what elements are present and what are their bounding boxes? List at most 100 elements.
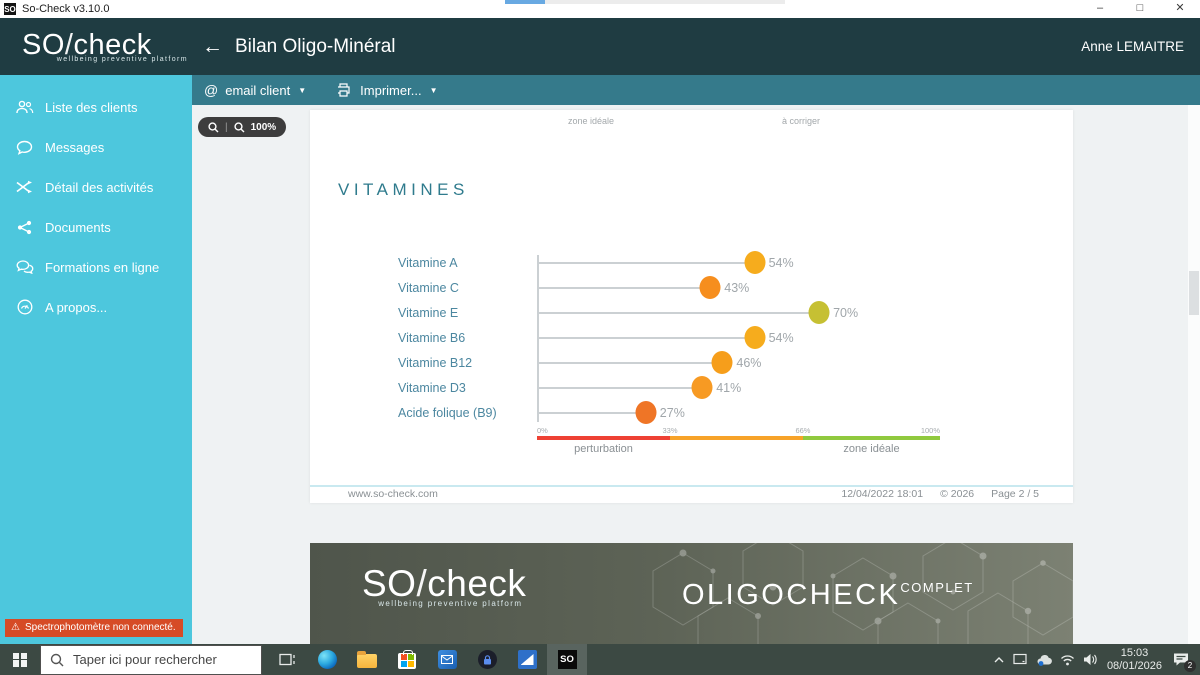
- tray-chevron-up-icon[interactable]: [993, 655, 1005, 665]
- sidebar-item-label: Documents: [45, 220, 111, 235]
- chart-value-label: 54%: [769, 256, 794, 270]
- sidebar-item-formations-en-ligne[interactable]: Formations en ligne: [0, 247, 192, 287]
- action-center-button[interactable]: 2: [1172, 651, 1192, 669]
- print-label: Imprimer...: [360, 83, 421, 98]
- zoom-out-icon[interactable]: [208, 122, 219, 133]
- top-progress-bar: [505, 0, 785, 4]
- socheck-logo-banner: SO/check wellbeing preventive platform: [362, 565, 526, 608]
- close-button[interactable]: ✕: [1160, 0, 1200, 18]
- chart-category-label: Acide folique (B9): [398, 406, 537, 420]
- chart-category-label: Vitamine B12: [398, 356, 537, 370]
- gauge-icon: [15, 299, 34, 315]
- shuffle-icon: [15, 180, 34, 194]
- footer-website: www.so-check.com: [348, 488, 438, 500]
- chart-value-label: 70%: [833, 306, 858, 320]
- zone-label: perturbation: [574, 443, 633, 455]
- mail-button[interactable]: [427, 644, 467, 675]
- zoom-level: 100%: [251, 122, 277, 133]
- chart-row: Vitamine B654%: [398, 325, 943, 350]
- chart-value-label: 43%: [724, 281, 749, 295]
- mail-icon: [438, 650, 457, 669]
- so-check-icon: SO: [558, 650, 577, 669]
- chart-row: Vitamine E 70%: [398, 300, 943, 325]
- chart-data-point: [692, 376, 713, 399]
- window-title: So-Check v3.10.0: [22, 3, 109, 15]
- footer-page-number: Page 2 / 5: [991, 488, 1039, 500]
- sidebar-item-liste-des-clients[interactable]: Liste des clients: [0, 87, 192, 127]
- chart-stem-area: 54%: [537, 325, 940, 350]
- chats-icon: [15, 260, 34, 274]
- taskbar-search[interactable]: Taper ici pour rechercher: [40, 645, 262, 675]
- chart-axis: 0%33%66%100% perturbationzone idéale: [537, 426, 940, 455]
- search-icon: [50, 653, 64, 667]
- sidebar-item-documents[interactable]: Documents: [0, 207, 192, 247]
- scrollbar-thumb[interactable]: [1189, 271, 1199, 315]
- current-user[interactable]: Anne LEMAITRE: [1081, 39, 1184, 54]
- chart-row: Vitamine B1246%: [398, 350, 943, 375]
- chart-stem: [537, 312, 819, 314]
- maximize-button[interactable]: □: [1120, 0, 1160, 18]
- sidebar-item-messages[interactable]: Messages: [0, 127, 192, 167]
- search-placeholder: Taper ici pour rechercher: [73, 652, 217, 667]
- start-button[interactable]: [0, 644, 40, 675]
- section-title: VITAMINES: [338, 180, 469, 200]
- previous-chart-legend-corriger: à corriger: [782, 116, 820, 126]
- chart-data-point: [635, 401, 656, 424]
- footer-copyright: © 2026: [940, 488, 974, 500]
- chart-category-label: Vitamine E: [398, 306, 537, 320]
- sidebar-item-detail-des-activites[interactable]: Détail des activités: [0, 167, 192, 207]
- minimize-button[interactable]: –: [1080, 0, 1120, 18]
- device-icon[interactable]: [1013, 653, 1028, 666]
- chart-category-label: Vitamine A: [398, 256, 537, 270]
- onedrive-cloud-icon[interactable]: [1036, 654, 1052, 666]
- email-client-button[interactable]: @ email client ▼: [204, 82, 306, 98]
- ms-store-button[interactable]: [387, 644, 427, 675]
- speaker-icon[interactable]: [1083, 653, 1097, 666]
- clock-date: 08/01/2026: [1107, 660, 1162, 673]
- document-viewport: | 100% zone idéale à corriger VITAMINES …: [192, 105, 1200, 644]
- share-icon: [15, 220, 34, 235]
- task-view-button[interactable]: [267, 644, 307, 675]
- axis-tick-label: 100%: [921, 426, 940, 435]
- top-progress-fill: [505, 0, 545, 4]
- chart-data-point: [809, 301, 830, 324]
- vertical-scrollbar[interactable]: [1188, 105, 1200, 644]
- wifi-icon[interactable]: [1060, 654, 1075, 666]
- chart-stem-area: 70%: [537, 300, 940, 325]
- scan-app-button[interactable]: [507, 644, 547, 675]
- vitamins-chart: Vitamine A54%Vitamine C43%Vitamine E70%V…: [398, 250, 943, 425]
- folder-icon: [357, 654, 377, 668]
- warning-icon: ⚠: [11, 622, 20, 633]
- sidebar-item-a-propos[interactable]: A propos...: [0, 287, 192, 327]
- sidebar-item-label: A propos...: [45, 300, 107, 315]
- file-explorer-button[interactable]: [347, 644, 387, 675]
- sidebar-nav: Liste des clients Messages Détail des ac…: [0, 75, 192, 644]
- zone-label: zone idéale: [843, 443, 899, 455]
- chart-stem: [537, 262, 755, 264]
- edge-browser-button[interactable]: [307, 644, 347, 675]
- oligocheck-title: OLIGOCHECKCOMPLET: [682, 579, 974, 612]
- chart-row: Vitamine D341%: [398, 375, 943, 400]
- edge-icon: [318, 650, 337, 669]
- logo-slash: /: [416, 563, 427, 604]
- logo-so: SO: [362, 563, 416, 604]
- logo-tagline: wellbeing preventive platform: [362, 599, 526, 608]
- app-header: SO/check wellbeing preventive platform ←…: [0, 18, 1200, 75]
- back-arrow-icon[interactable]: ←: [202, 35, 223, 59]
- chart-stem-area: 46%: [537, 350, 940, 375]
- print-button[interactable]: Imprimer... ▼: [334, 83, 437, 98]
- privacy-app-button[interactable]: [467, 644, 507, 675]
- logo-slash: /: [65, 29, 74, 61]
- sidebar-item-label: Détail des activités: [45, 180, 153, 195]
- document-toolbar: @ email client ▼ Imprimer... ▼: [192, 75, 1200, 105]
- zoom-in-icon[interactable]: [234, 122, 245, 133]
- users-icon: [15, 100, 34, 114]
- at-icon: @: [204, 82, 218, 98]
- app-icon: SO: [4, 3, 16, 15]
- so-check-app-button[interactable]: SO: [547, 644, 587, 675]
- windows-taskbar: Taper ici pour rechercher SO 15:03 08/0: [0, 644, 1200, 675]
- taskbar-clock[interactable]: 15:03 08/01/2026: [1107, 647, 1162, 673]
- chart-data-point: [744, 326, 765, 349]
- chart-data-point: [712, 351, 733, 374]
- zoom-control[interactable]: | 100%: [198, 117, 286, 137]
